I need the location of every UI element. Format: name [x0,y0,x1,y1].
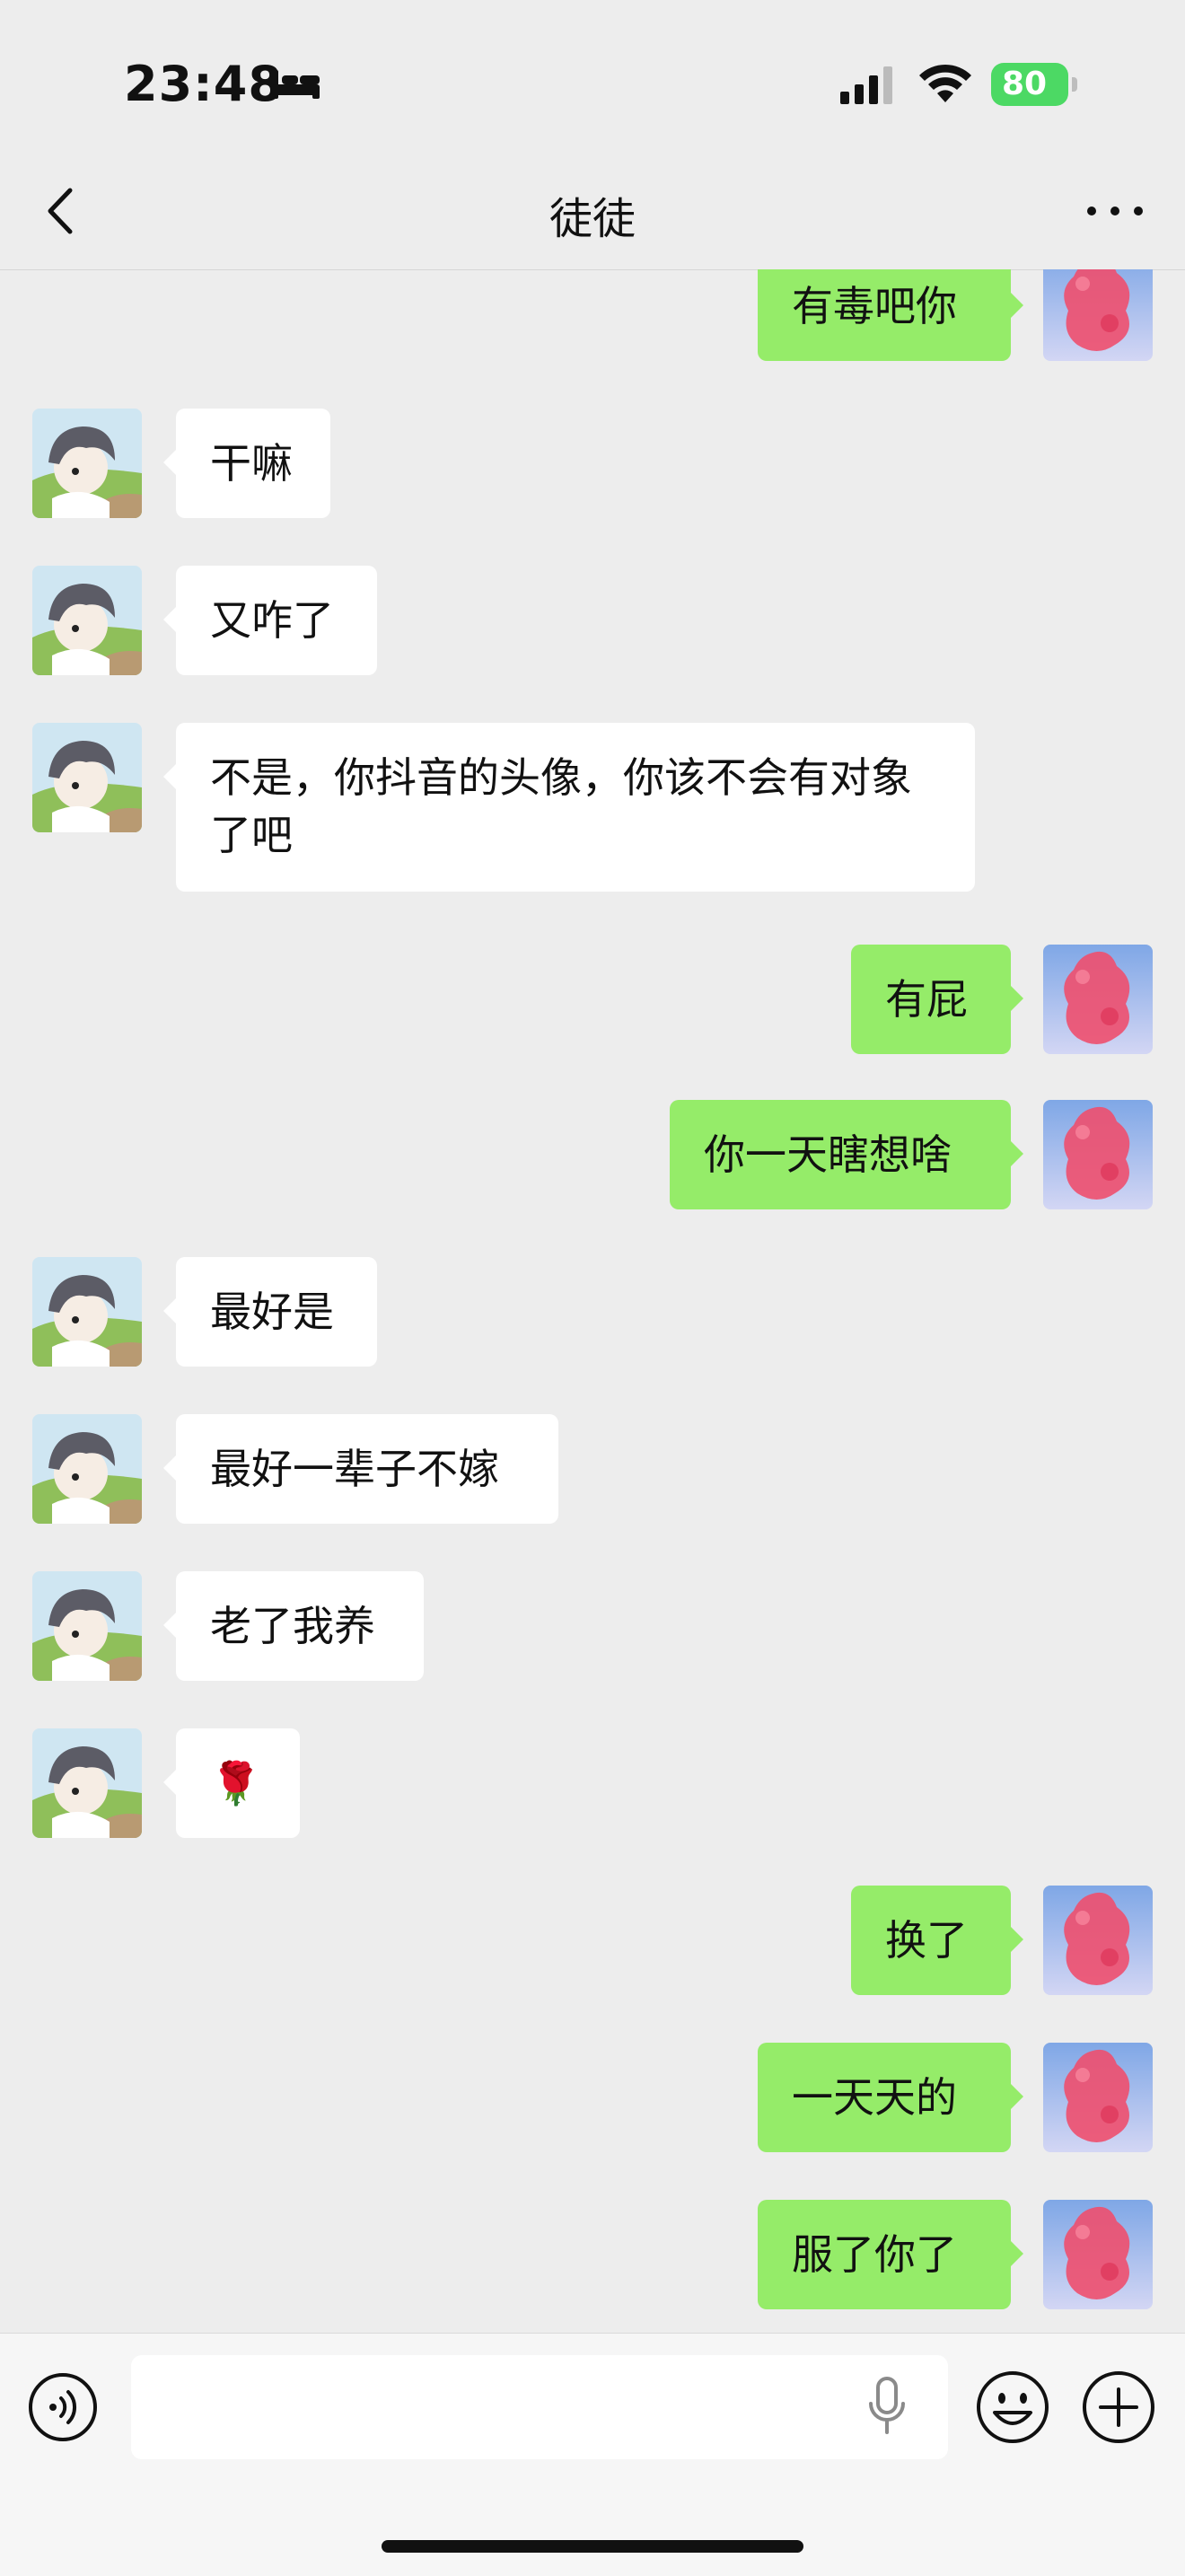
chat-header: 徒徒 [0,153,1185,270]
message-bubble[interactable]: 🌹 [163,1728,300,1838]
incoming-message: 干嘛 [0,409,1185,518]
status-bar: 23:48 80 [0,0,1185,153]
battery-indicator: 80 [991,63,1077,106]
home-indicator [382,2540,803,2553]
voice-mode-icon[interactable] [27,2371,99,2443]
contact-avatar[interactable] [32,1257,142,1367]
status-time: 23:48 [124,56,283,112]
incoming-message: 老了我养 [0,1571,1185,1681]
contact-avatar[interactable] [32,1414,142,1524]
message-bubble[interactable]: 有毒吧你 [758,269,1023,361]
my-avatar[interactable] [1043,1100,1153,1209]
my-avatar[interactable] [1043,2200,1153,2309]
wifi-icon [919,64,971,102]
message-bubble[interactable]: 最好一辈子不嫁 [163,1414,558,1524]
message-bubble[interactable]: 干嘛 [163,409,330,518]
message-bubble[interactable]: 又咋了 [163,566,377,675]
emoji-icon[interactable] [975,2369,1050,2445]
outgoing-message: 服了你了 [0,2200,1185,2309]
message-input[interactable] [131,2355,948,2459]
contact-avatar[interactable] [32,566,142,675]
outgoing-message: 有毒吧你 [0,269,1185,361]
message-bubble[interactable]: 你一天瞎想啥 [670,1100,1023,1209]
outgoing-message: 你一天瞎想啥 [0,1100,1185,1209]
message-bubble[interactable]: 换了 [851,1886,1023,1995]
message-bubble[interactable]: 有屁 [851,945,1023,1054]
incoming-message: 不是，你抖音的头像，你该不会有对象了吧 [0,723,1185,892]
my-avatar[interactable] [1043,945,1153,1054]
incoming-message: 又咋了 [0,566,1185,675]
microphone-icon[interactable] [864,2375,910,2440]
battery-tip [1072,77,1077,92]
contact-avatar[interactable] [32,409,142,518]
contact-avatar[interactable] [32,1728,142,1838]
message-bubble[interactable]: 最好是 [163,1257,377,1367]
plus-icon[interactable] [1081,2369,1156,2445]
chat-title: 徒徒 [549,194,636,244]
outgoing-message: 换了 [0,1886,1185,1995]
battery-level: 80 [1001,66,1048,102]
outgoing-message: 有屁 [0,945,1185,1054]
my-avatar[interactable] [1043,1886,1153,1995]
contact-avatar[interactable] [32,1571,142,1681]
message-bubble[interactable]: 不是，你抖音的头像，你该不会有对象了吧 [163,723,975,892]
input-bar [0,2333,1185,2576]
ellipsis-icon[interactable] [1079,189,1151,233]
my-avatar[interactable] [1043,269,1153,361]
bed-icon [271,70,320,99]
message-bubble[interactable]: 一天天的 [758,2043,1023,2152]
incoming-message: 🌹 [0,1728,1185,1838]
incoming-message: 最好一辈子不嫁 [0,1414,1185,1524]
message-bubble[interactable]: 老了我养 [163,1571,424,1681]
incoming-message: 最好是 [0,1257,1185,1367]
message-bubble[interactable]: 服了你了 [758,2200,1023,2309]
outgoing-message: 一天天的 [0,2043,1185,2152]
contact-avatar[interactable] [32,723,142,832]
my-avatar[interactable] [1043,2043,1153,2152]
message-list[interactable]: 有毒吧你干嘛又咋了不是，你抖音的头像，你该不会有对象了吧有屁你一天瞎想啥最好是最… [0,269,1185,2334]
cellular-signal-icon [840,66,892,104]
